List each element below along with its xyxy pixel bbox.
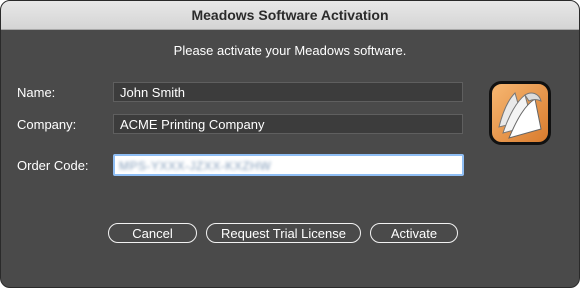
request-trial-license-button[interactable]: Request Trial License: [206, 223, 361, 243]
app-logo-icon: [489, 81, 551, 145]
activation-dialog: Meadows Software Activation Please activ…: [0, 0, 580, 288]
title-bar[interactable]: Meadows Software Activation: [1, 1, 579, 30]
name-label: Name:: [17, 85, 56, 100]
order-code-field[interactable]: MPS-YXXX-JZXX-KXZHW: [113, 154, 464, 176]
order-code-value: MPS-YXXX-JZXX-KXZHW: [119, 159, 272, 173]
cancel-button[interactable]: Cancel: [108, 223, 197, 243]
company-field[interactable]: ACME Printing Company: [113, 114, 463, 134]
window-title: Meadows Software Activation: [191, 7, 389, 23]
name-field[interactable]: John Smith: [113, 82, 463, 102]
name-field-value: John Smith: [120, 85, 186, 100]
company-label: Company:: [17, 117, 77, 132]
activate-button[interactable]: Activate: [370, 223, 458, 243]
company-field-value: ACME Printing Company: [120, 117, 265, 132]
order-code-label: Order Code:: [17, 158, 89, 173]
activation-prompt: Please activate your Meadows software.: [173, 43, 407, 58]
